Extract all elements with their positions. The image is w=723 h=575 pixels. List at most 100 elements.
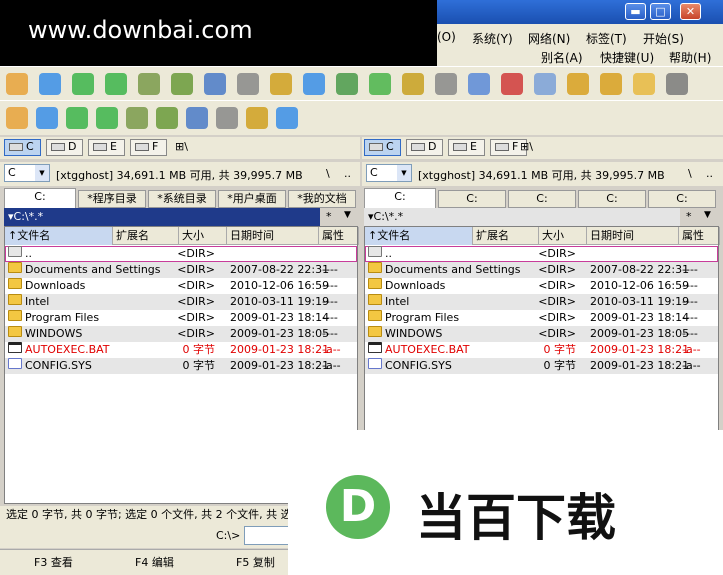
ruler-icon[interactable] [96,107,118,129]
table-row[interactable]: WINDOWS <DIR> 2009-01-23 18:05 ---- [5,326,357,342]
minimize-button[interactable]: ▬ [625,3,646,20]
left-network-drive-icon[interactable]: ⊞\ [175,140,188,153]
left-tab-2[interactable]: *程序目录 [78,190,146,208]
col-attr-header[interactable]: 属性 [319,227,359,245]
disk-icon[interactable] [36,107,58,129]
table-row[interactable]: WINDOWS <DIR> 2009-01-23 18:05 ---- [365,326,718,342]
left-filter[interactable]: * [326,210,332,223]
table-row[interactable]: Downloads <DIR> 2010-12-06 16:59 ---- [5,278,357,294]
right-network-drive-icon[interactable]: ⊞\ [520,140,533,153]
left-drive-f-button[interactable]: F [130,139,167,156]
edit-icon[interactable] [468,73,490,95]
right-up-button[interactable]: .. [706,167,713,180]
clip-icon[interactable] [276,107,298,129]
forward-icon[interactable] [105,73,127,95]
right-filter-dropdown-icon[interactable]: ▼ [704,210,711,220]
tree-icon[interactable] [138,73,160,95]
right-drive-combo[interactable]: C ▼ [366,164,412,182]
right-root-button[interactable]: \ [688,167,692,180]
right-drive-d-button[interactable]: D [406,139,443,156]
menu-tabs[interactable]: 标签(T) [586,30,627,47]
left-drive-e-button[interactable]: E [88,139,125,156]
ftp-new-icon[interactable] [600,73,622,95]
col-date-header[interactable]: 日期时间 [587,227,679,245]
table-row[interactable]: Documents and Settings <DIR> 2007-08-22 22… [5,262,357,278]
col-name-header[interactable]: ↑文件名 [365,227,473,245]
close-button[interactable]: ✕ [680,3,701,20]
right-tab-4[interactable]: C: [578,190,646,208]
group-icon[interactable] [186,107,208,129]
f4-edit-button[interactable]: F4 编辑 [135,554,174,570]
left-root-button[interactable]: \ [326,167,330,180]
right-drive-e-button[interactable]: E [448,139,485,156]
right-filter[interactable]: * [686,210,692,223]
right-tab-5[interactable]: C: [648,190,716,208]
left-path-field[interactable]: ▾C:\*.* [4,208,320,226]
menu-start[interactable]: 开始(S) [643,30,684,47]
table-row[interactable]: CONFIG.SYS 0 字节 2009-01-23 18:21 -a-- [5,358,357,374]
col-ext-header[interactable]: 扩展名 [113,227,179,245]
menu-help[interactable]: 帮助(H) [669,49,711,66]
settings-icon[interactable] [6,107,28,129]
left-drive-combo[interactable]: C ▼ [4,164,50,182]
right-drive-c-button[interactable]: C [364,139,401,156]
refresh-icon[interactable] [39,73,61,95]
copy-icon[interactable] [369,73,391,95]
left-tab-5[interactable]: *我的文档 [288,190,356,208]
find-icon[interactable] [270,73,292,95]
menu-options[interactable]: (O) [437,30,456,44]
table-row[interactable]: AUTOEXEC.BAT 0 字节 2009-01-23 18:21 -a-- [5,342,357,358]
menu-network[interactable]: 网络(N) [528,30,570,47]
list-icon[interactable] [171,73,193,95]
left-drive-d-button[interactable]: D [46,139,83,156]
folder-icon[interactable] [216,107,238,129]
network-drive-icon[interactable] [246,107,268,129]
right-tab-2[interactable]: C: [438,190,506,208]
f3-view-button[interactable]: F3 查看 [34,554,73,570]
table-row[interactable]: Documents and Settings <DIR> 2007-08-22 22… [365,262,718,278]
zoom-in-icon[interactable] [303,73,325,95]
left-tab-3[interactable]: *系统目录 [148,190,216,208]
left-drive-c-button[interactable]: C [4,139,41,156]
ftp-icon[interactable] [567,73,589,95]
f5-copy-button[interactable]: F5 复制 [236,554,275,570]
folder-open-icon[interactable] [633,73,655,95]
left-tab-1[interactable]: C: [4,188,76,208]
col-name-header[interactable]: ↑文件名 [5,227,113,245]
table-row[interactable]: Program Files <DIR> 2009-01-23 18:14 ---- [365,310,718,326]
col-date-header[interactable]: 日期时间 [227,227,319,245]
gear-icon[interactable] [6,73,28,95]
table-row[interactable]: CONFIG.SYS 0 字节 2009-01-23 18:21 -a-- [365,358,718,374]
pointer-icon[interactable] [666,73,688,95]
move-icon[interactable] [402,73,424,95]
table-row[interactable]: .. <DIR> [365,246,718,262]
table-row[interactable]: Program Files <DIR> 2009-01-23 18:14 ---- [5,310,357,326]
table-row[interactable]: Intel <DIR> 2010-03-11 19:19 ---- [365,294,718,310]
col-attr-header[interactable]: 属性 [679,227,720,245]
pie-icon[interactable] [66,107,88,129]
grid-icon[interactable] [156,107,178,129]
menu-alias[interactable]: 别名(A) [541,49,583,66]
back-icon[interactable] [72,73,94,95]
thumbnail-icon[interactable] [204,73,226,95]
right-path-field[interactable]: ▾C:\*.* [364,208,680,226]
right-tab-1[interactable]: C: [364,188,436,208]
col-ext-header[interactable]: 扩展名 [473,227,539,245]
check-icon[interactable] [501,73,523,95]
table-row[interactable]: Intel <DIR> 2010-03-11 19:19 ---- [5,294,357,310]
menu-system[interactable]: 系统(Y) [472,30,513,47]
menu-shortcuts[interactable]: 快捷键(U) [600,49,654,66]
table-row[interactable]: AUTOEXEC.BAT 0 字节 2009-01-23 18:21 -a-- [365,342,718,358]
right-tab-3[interactable]: C: [508,190,576,208]
left-up-button[interactable]: .. [344,167,351,180]
zoom-out-icon[interactable] [336,73,358,95]
maximize-button[interactable]: □ [650,3,671,20]
print-icon[interactable] [126,107,148,129]
col-size-header[interactable]: 大小 [179,227,227,245]
table-row[interactable]: .. <DIR> [5,246,357,262]
col-size-header[interactable]: 大小 [539,227,587,245]
table-row[interactable]: Downloads <DIR> 2010-12-06 16:59 ---- [365,278,718,294]
chat-icon[interactable] [534,73,556,95]
network-icon[interactable] [237,73,259,95]
left-tab-4[interactable]: *用户桌面 [218,190,286,208]
